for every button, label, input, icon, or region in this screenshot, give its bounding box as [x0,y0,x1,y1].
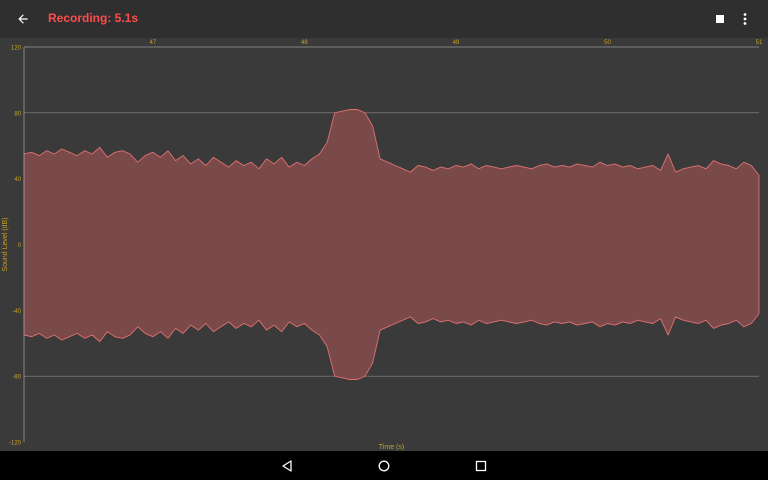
nav-recents-icon [475,460,487,472]
page-title: Recording: 5.1s [48,11,139,25]
sound-level-area [23,109,760,380]
y-tick-label: -40 [12,309,21,315]
y-tick-label: -80 [12,375,21,381]
nav-home-icon [378,460,390,472]
back-button[interactable] [10,7,36,31]
y-tick-label: 120 [11,46,22,52]
x-axis-label: Time (s) [379,444,404,451]
x-tick-label: 50 [604,40,611,46]
y-tick-label: 0 [18,243,22,249]
arrow-back-icon [18,14,28,24]
y-tick-label: -120 [9,441,22,447]
x-tick-label: 47 [149,40,156,46]
y-tick-label: 40 [14,177,21,183]
stop-button[interactable] [711,10,729,28]
x-tick-label: 51 [756,40,763,46]
stop-icon [716,15,724,23]
chart-area: 120 80 40 0 -40 -80 -120 47 48 49 50 51 Sound Leve… [0,38,768,451]
nav-recents-button[interactable] [472,457,490,475]
nav-back-icon [282,460,292,472]
nav-home-button[interactable] [375,457,393,475]
overflow-menu-button[interactable] [736,10,754,28]
nav-back-button[interactable] [278,457,296,475]
x-tick-label: 49 [453,40,460,46]
y-tick-label: 80 [14,111,21,117]
sound-level-chart: 120 80 40 0 -40 -80 -120 47 48 49 50 51 Sound Leve… [2,40,763,451]
system-nav-bar [0,451,768,480]
more-vert-icon [743,13,747,25]
app-bar: Recording: 5.1s [0,0,768,38]
y-axis-label: Sound Level (dB) [2,217,9,271]
x-tick-label: 48 [301,40,308,46]
